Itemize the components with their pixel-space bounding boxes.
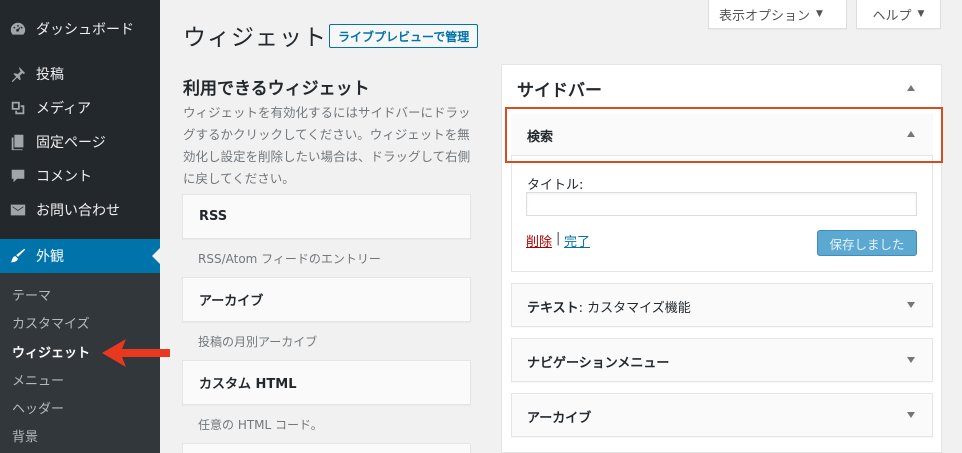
menu-label: ダッシュボード [36,22,134,38]
menu-item-media[interactable]: メディア [0,91,160,125]
menu-item-pages[interactable]: 固定ページ [0,125,160,159]
widget-description: 任意の HTML コード。 [198,418,323,432]
submenu-menus[interactable]: メニュー [12,370,64,389]
saved-button[interactable]: 保存しました [817,230,917,256]
help-label: ヘルプ [872,8,912,24]
widget-description: 投稿の月別アーカイブ [198,335,318,349]
menu-label: 外観 [36,249,64,265]
widget-name: RSS [199,209,228,224]
widget-title: テキスト [527,301,579,316]
annotation-arrow-icon [102,339,170,367]
menu-label: メディア [36,101,92,117]
admin-sidebar: ダッシュボード 投稿 メディア 固定ページ コメント お問い合わせ 外観 テーマ… [0,0,160,453]
menu-item-posts[interactable]: 投稿 [0,57,160,91]
caret-down-icon: ▼ [816,9,823,19]
dashboard-icon [0,20,36,38]
menu-label: 固定ページ [36,135,106,151]
caret-down-icon: ▼ [917,9,925,19]
menu-label: お問い合わせ [36,203,120,219]
widget-next[interactable] [182,443,471,453]
screen-options-button[interactable]: 表示オプション ▼ [708,0,847,29]
menu-item-appearance[interactable]: 外観 [0,239,160,273]
active-indicator [152,248,160,264]
widget-subtitle: : カスタマイズ機能 [578,301,691,316]
help-button[interactable]: ヘルプ ▼ [856,0,941,29]
available-widgets-title: 利用できるウィジェット [183,79,370,99]
expand-arrow-icon[interactable] [907,302,915,308]
screen-options-label: 表示オプション [719,8,811,24]
page-title: ウィジェット [183,25,327,51]
sidebar-area-title: サイドバー [517,81,602,101]
submenu-customize[interactable]: カスタマイズ [12,313,90,332]
widget-name: カスタム HTML [199,377,297,392]
highlight-annotation [505,107,943,163]
widget-custom-html[interactable]: カスタム HTML [182,360,471,405]
widget-text-title: テキスト: カスタマイズ機能 [527,297,691,316]
widget-description: RSS/Atom フィードのエントリー [198,252,381,266]
menu-item-contact[interactable]: お問い合わせ [0,193,160,227]
submenu-themes[interactable]: テーマ [12,285,51,304]
submenu-background[interactable]: 背景 [12,426,38,445]
pages-icon [0,133,36,151]
widget-nav-menu-title: ナビゲーションメニュー [527,356,670,371]
widget-archives-title: アーカイブ [527,411,592,426]
comment-icon [0,167,36,185]
pin-icon [0,65,36,83]
submenu-widgets[interactable]: ウィジェット [12,342,90,361]
title-field-label: タイトル: [527,178,584,193]
menu-label: 投稿 [36,67,64,83]
available-widgets-description: ウィジェットを有効化するにはサイドバーにドラッグするかクリックしてください。ウィ… [183,105,471,186]
widget-name: アーカイブ [199,294,264,309]
expand-arrow-icon[interactable] [907,357,915,363]
menu-item-dashboard[interactable]: ダッシュボード [0,12,160,46]
menu-item-comments[interactable]: コメント [0,159,160,193]
expand-arrow-icon[interactable] [907,412,915,418]
delete-link[interactable]: 削除 [526,231,552,250]
mail-icon [0,201,36,219]
media-icon [0,99,36,117]
link-separator: | [556,231,561,246]
widget-rss[interactable]: RSS [182,194,471,239]
collapse-arrow-icon[interactable] [907,85,915,91]
submenu-header[interactable]: ヘッダー [12,398,64,417]
menu-label: コメント [36,169,92,185]
widget-archives[interactable]: アーカイブ [182,277,471,322]
brush-icon [0,247,36,265]
title-input[interactable] [526,192,917,216]
done-link[interactable]: 完了 [564,231,590,250]
live-preview-button[interactable]: ライブプレビューで管理 [329,24,479,48]
